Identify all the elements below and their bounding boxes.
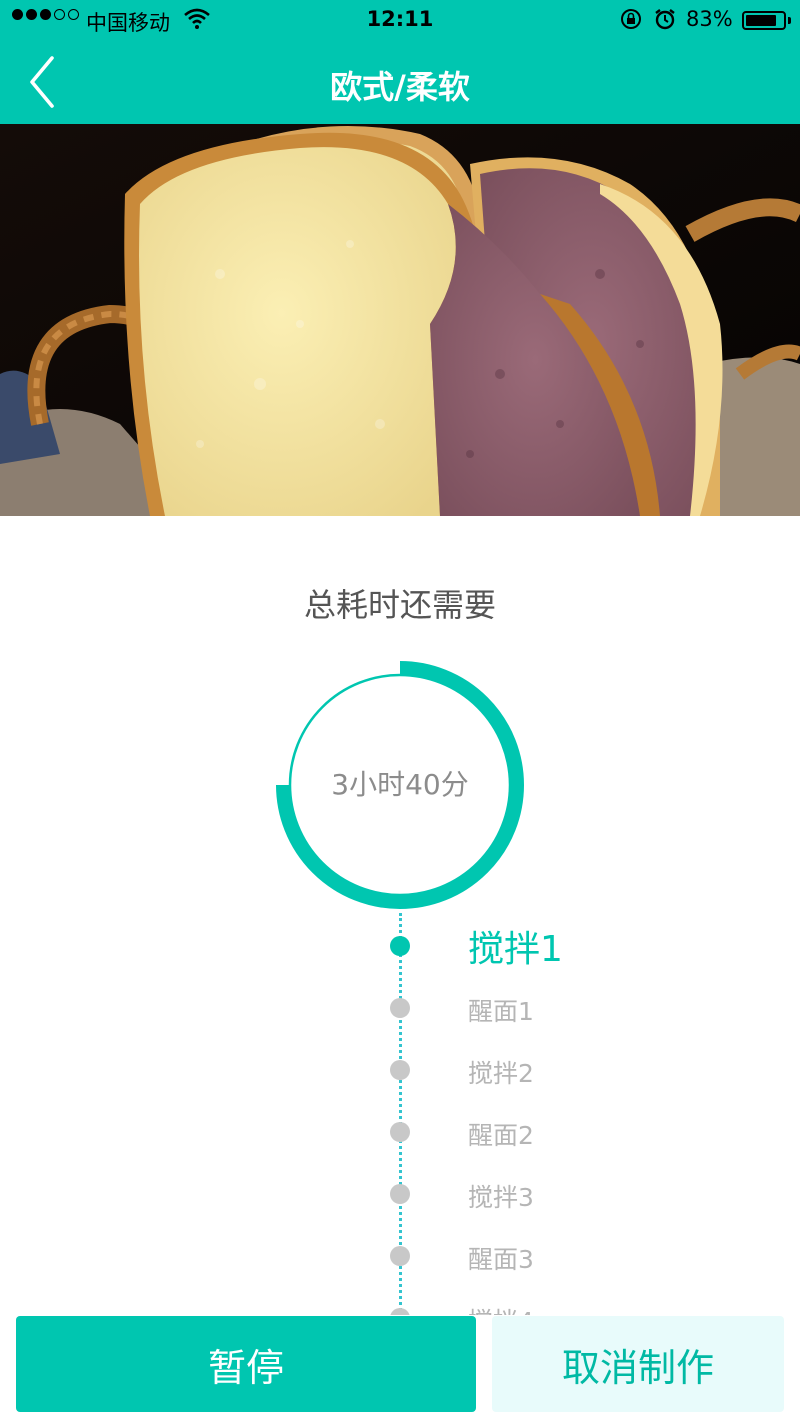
step-item: 搅拌1 bbox=[0, 924, 800, 974]
battery-percent: 83% bbox=[686, 7, 733, 31]
step-bullet bbox=[390, 998, 410, 1018]
clock: 12:11 bbox=[366, 7, 434, 31]
step-bullet bbox=[390, 1060, 410, 1080]
step-label: 醒面2 bbox=[468, 1121, 534, 1150]
battery-tip bbox=[788, 17, 791, 24]
step-bullet-active bbox=[390, 936, 410, 956]
remaining-time-caption: 总耗时还需要 bbox=[303, 586, 496, 624]
status-bar: 中国移动 12:11 83% bbox=[0, 0, 800, 40]
step-label: 搅拌1 bbox=[468, 929, 563, 970]
nav-bar: 欧式/柔软 bbox=[0, 40, 800, 124]
step-label: 搅拌4 bbox=[468, 1302, 534, 1315]
app-header: 中国移动 12:11 83% 欧式/柔软 bbox=[0, 0, 800, 124]
step-bullet bbox=[390, 1246, 410, 1266]
step-item: 醒面2 bbox=[0, 1110, 800, 1160]
step-item: 搅拌4 bbox=[0, 1296, 800, 1315]
step-label: 醒面1 bbox=[468, 997, 534, 1026]
step-label: 搅拌3 bbox=[468, 1183, 534, 1212]
step-item: 醒面1 bbox=[0, 986, 800, 1036]
page-title: 欧式/柔软 bbox=[330, 68, 470, 106]
remaining-time-value: 3小时40分 bbox=[331, 768, 469, 801]
cancel-baking-button[interactable]: 取消制作 bbox=[492, 1316, 784, 1412]
pause-button[interactable]: 暂停 bbox=[16, 1316, 476, 1412]
alarm-icon bbox=[654, 8, 676, 35]
step-bullet bbox=[390, 1308, 410, 1315]
step-bullet bbox=[390, 1122, 410, 1142]
step-item: 搅拌2 bbox=[0, 1048, 800, 1098]
battery-icon bbox=[742, 11, 786, 30]
step-item: 醒面3 bbox=[0, 1234, 800, 1284]
step-label: 醒面3 bbox=[468, 1245, 534, 1274]
rotation-lock-icon bbox=[620, 8, 642, 35]
step-item: 搅拌3 bbox=[0, 1172, 800, 1222]
step-label: 搅拌2 bbox=[468, 1059, 534, 1088]
step-bullet bbox=[390, 1184, 410, 1204]
recipe-photo bbox=[0, 124, 800, 516]
step-timeline: 搅拌1 醒面1 搅拌2 醒面2 搅拌3 醒面3 搅拌4 bbox=[0, 905, 800, 1315]
